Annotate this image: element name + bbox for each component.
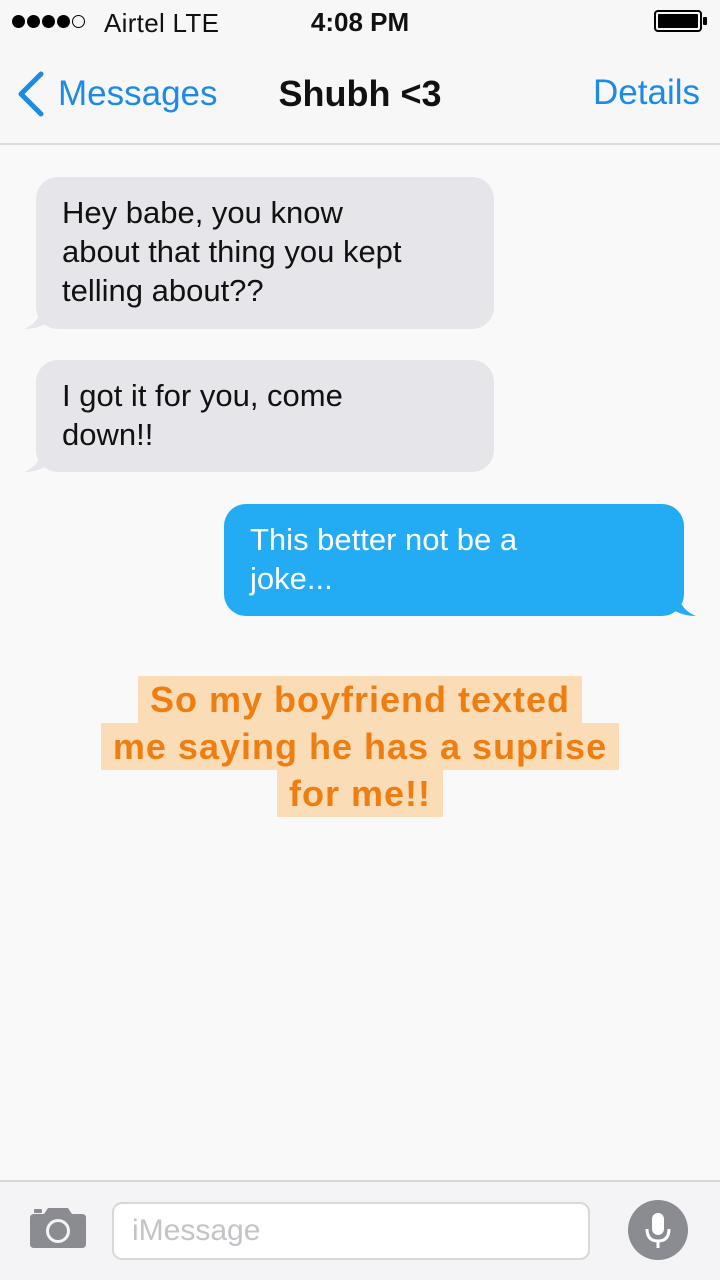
- caption-line: for me!!: [277, 770, 443, 817]
- message-bubble-sent[interactable]: This better not be a joke...: [224, 504, 696, 616]
- message-text: I got it for you, come down!!: [62, 378, 343, 452]
- navigation-bar: Messages Shubh <3 Details: [0, 44, 720, 145]
- battery-icon: [654, 10, 707, 32]
- microphone-icon: [645, 1213, 671, 1248]
- bubble-tail-icon: [666, 590, 696, 616]
- details-button[interactable]: Details: [593, 73, 700, 113]
- camera-icon[interactable]: [28, 1204, 88, 1250]
- bubble-tail-icon: [24, 446, 54, 472]
- caption-line: me saying he has a suprise: [100, 723, 620, 770]
- message-bubble-received[interactable]: Hey babe, you know about that thing you …: [24, 177, 494, 329]
- status-bar: Airtel LTE 4:08 PM: [0, 0, 720, 44]
- message-bubble-received[interactable]: I got it for you, come down!!: [24, 360, 494, 472]
- microphone-button[interactable]: [628, 1200, 688, 1260]
- status-time: 4:08 PM: [310, 7, 410, 37]
- message-text: This better not be a joke...: [250, 522, 518, 596]
- caption-line: So my boyfriend texted: [137, 676, 583, 723]
- bubble-tail-icon: [24, 303, 54, 329]
- message-input-bar: [0, 1180, 720, 1280]
- caption-overlay: So my boyfriend texted me saying he has …: [60, 676, 660, 817]
- message-input[interactable]: [112, 1202, 590, 1260]
- message-text: Hey babe, you know about that thing you …: [62, 195, 402, 308]
